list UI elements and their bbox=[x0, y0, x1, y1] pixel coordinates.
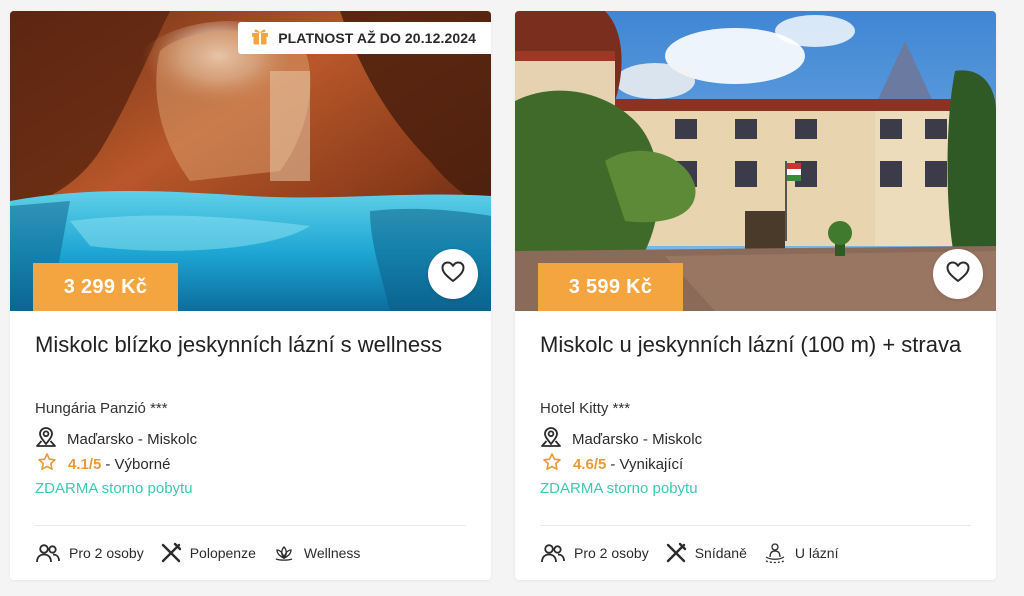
feature-persons-label: Pro 2 osoby bbox=[69, 545, 144, 561]
offer-card[interactable]: 3 599 Kč Miskolc u jeskynních lázní (100… bbox=[515, 11, 996, 580]
favorite-button[interactable] bbox=[428, 249, 478, 299]
star-icon bbox=[542, 452, 562, 476]
offer-title[interactable]: Miskolc blízko jeskynních lázní s wellne… bbox=[35, 329, 465, 361]
cutlery-icon bbox=[160, 542, 182, 564]
rating: 4.1/5 - Výborné bbox=[37, 452, 170, 476]
feature-persons-label: Pro 2 osoby bbox=[574, 545, 649, 561]
price-badge: 3 599 Kč bbox=[538, 263, 683, 311]
feature-board: Polopenze bbox=[160, 542, 256, 564]
star-icon bbox=[37, 452, 57, 476]
rating-label: - Vynikající bbox=[610, 455, 684, 473]
feature-persons: Pro 2 osoby bbox=[540, 543, 649, 563]
feature-board-label: Snídaně bbox=[694, 545, 747, 561]
map-pin-icon bbox=[35, 426, 57, 452]
feature-wellness-label: Wellness bbox=[303, 545, 361, 561]
feature-board-label: Polopenze bbox=[189, 545, 256, 561]
features-row: Pro 2 osoby Polopenze Wellness bbox=[35, 540, 376, 566]
hotel-name: Hungária Panzió *** bbox=[35, 400, 168, 417]
heart-icon bbox=[945, 260, 971, 289]
lotus-icon bbox=[272, 543, 296, 563]
people-icon bbox=[35, 543, 61, 563]
feature-persons: Pro 2 osoby bbox=[35, 543, 144, 563]
spa-bath-icon bbox=[763, 542, 787, 564]
price-badge: 3 299 Kč bbox=[33, 263, 178, 311]
feature-wellness: Wellness bbox=[272, 543, 361, 563]
rating-score: 4.1/5 bbox=[68, 455, 102, 473]
feature-spa: U lázní bbox=[763, 542, 839, 564]
location: Maďarsko - Miskolc bbox=[540, 426, 702, 452]
free-cancellation-link[interactable]: ZDARMA storno pobytu bbox=[35, 480, 193, 497]
gift-icon bbox=[250, 26, 270, 51]
validity-badge: PLATNOST AŽ DO 20.12.2024 bbox=[238, 22, 491, 54]
cutlery-icon bbox=[665, 542, 687, 564]
feature-spa-label: U lázní bbox=[794, 545, 839, 561]
location-text: Maďarsko - Miskolc bbox=[67, 430, 198, 448]
feature-board: Snídaně bbox=[665, 542, 747, 564]
divider bbox=[35, 525, 466, 526]
offer-card[interactable]: PLATNOST AŽ DO 20.12.2024 3 299 Kč Misko… bbox=[10, 11, 491, 580]
favorite-button[interactable] bbox=[933, 249, 983, 299]
offer-title[interactable]: Miskolc u jeskynních lázní (100 m) + str… bbox=[540, 329, 970, 361]
heart-icon bbox=[440, 260, 466, 289]
people-icon bbox=[540, 543, 566, 563]
rating-score: 4.6/5 bbox=[573, 455, 607, 473]
free-cancellation-link[interactable]: ZDARMA storno pobytu bbox=[540, 480, 698, 497]
hotel-name: Hotel Kitty *** bbox=[540, 400, 631, 417]
validity-text: PLATNOST AŽ DO 20.12.2024 bbox=[278, 30, 476, 46]
rating-label: - Výborné bbox=[105, 455, 171, 473]
rating: 4.6/5 - Vynikající bbox=[542, 452, 683, 476]
location: Maďarsko - Miskolc bbox=[35, 426, 197, 452]
location-text: Maďarsko - Miskolc bbox=[572, 430, 703, 448]
divider bbox=[540, 525, 971, 526]
map-pin-icon bbox=[540, 426, 562, 452]
features-row: Pro 2 osoby Snídaně U lázní bbox=[540, 540, 854, 566]
